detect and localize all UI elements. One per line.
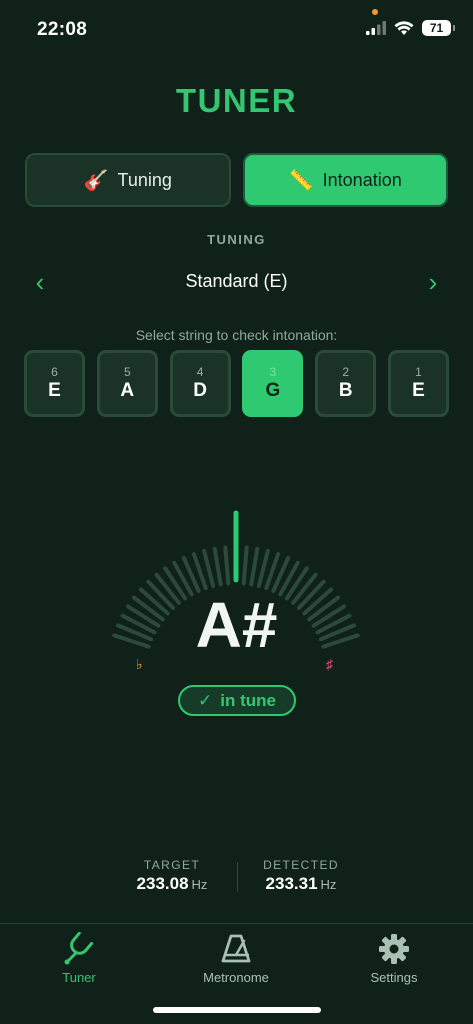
tuning-selector: ‹ Standard (E) ›: [0, 262, 473, 302]
string-button-6[interactable]: 6 E: [24, 350, 85, 417]
string-selector: 6 E 5 A 4 D 3 G 2 B 1 E: [24, 350, 449, 417]
string-number: 6: [51, 364, 58, 379]
detected-unit: Hz: [320, 877, 337, 892]
string-button-2[interactable]: 2 B: [315, 350, 377, 417]
tab-settings-label: Settings: [370, 970, 418, 985]
tab-tuner-label: Tuner: [62, 970, 96, 985]
tuning-name: Standard (E): [185, 271, 288, 291]
string-number: 2: [342, 364, 350, 379]
string-button-4[interactable]: 4 D: [169, 350, 231, 417]
string-note: G: [265, 379, 281, 401]
in-tune-badge: ✓ in tune: [178, 685, 296, 716]
cellular-signal-icon: [366, 21, 386, 35]
detected-value: 233.31: [265, 874, 318, 893]
sharp-symbol: ♯: [326, 656, 333, 672]
page-title: TUNER: [175, 82, 298, 119]
status-icons: 71: [366, 20, 455, 36]
tuning-fork-icon: [64, 932, 94, 965]
string-select-hint: Select string to check intonation:: [135, 327, 338, 343]
status-time: 22:08: [37, 19, 88, 40]
tuning-mode-label: Tuning: [117, 169, 172, 190]
detected-note: A#: [195, 589, 278, 661]
privacy-indicator-dot: [372, 9, 378, 15]
tab-metronome-label: Metronome: [203, 970, 269, 985]
check-icon: ✓: [198, 690, 213, 710]
string-number: 1: [415, 364, 422, 379]
chevron-right-icon[interactable]: ›: [421, 267, 445, 297]
string-button-1[interactable]: 1 E: [387, 350, 449, 417]
target-label: TARGET: [143, 858, 201, 872]
string-number: 3: [269, 364, 277, 379]
metronome-icon: [221, 934, 251, 963]
tab-metronome[interactable]: Metronome: [166, 932, 306, 985]
meter-tick: [241, 545, 249, 586]
target-frequency: TARGET 233.08 Hz: [102, 858, 242, 894]
target-value: 233.08: [136, 874, 189, 893]
string-note: E: [412, 379, 425, 401]
string-note: D: [193, 379, 207, 401]
home-indicator: [153, 1007, 321, 1013]
tab-tuner[interactable]: Tuner: [9, 932, 149, 985]
tab-settings[interactable]: Settings: [324, 932, 464, 985]
detected-value-row: 233.31 Hz: [231, 874, 371, 894]
ruler-icon: 📏: [288, 169, 314, 192]
mode-toggle: 🎸 Tuning 📏 Intonation: [25, 153, 448, 207]
string-button-5[interactable]: 5 A: [96, 350, 158, 417]
meter-tick: [202, 549, 216, 588]
frequency-readout: TARGET 233.08 Hz DETECTED 233.31 Hz: [0, 858, 473, 898]
target-unit: Hz: [191, 877, 208, 892]
intonation-mode-button[interactable]: 📏 Intonation: [242, 153, 448, 207]
target-value-row: 233.08 Hz: [102, 874, 242, 894]
tuning-mode-button[interactable]: 🎸 Tuning: [25, 153, 231, 207]
meter-tick: [212, 546, 223, 587]
meter-tick: [256, 549, 270, 588]
string-note: A: [120, 379, 135, 401]
wifi-icon: [394, 20, 414, 35]
gear-icon: [379, 934, 409, 964]
detected-label: DETECTED: [263, 858, 339, 872]
string-number: 4: [196, 364, 204, 379]
string-number: 5: [123, 364, 131, 379]
in-tune-label: in tune: [220, 690, 276, 710]
intonation-mode-label: Intonation: [322, 169, 402, 190]
tuning-section-label: TUNING: [207, 232, 266, 247]
string-note: E: [48, 379, 61, 401]
battery-indicator: 71: [422, 20, 455, 36]
guitar-icon: 🎸: [83, 169, 109, 192]
meter-tick: [223, 545, 231, 586]
flat-symbol: ♭: [136, 656, 143, 672]
string-button-3[interactable]: 3 G: [242, 350, 304, 417]
string-note: B: [338, 379, 353, 401]
status-bar: 22:08 71: [0, 0, 473, 60]
detected-frequency: DETECTED 233.31 Hz: [231, 858, 371, 894]
meter-tick: [249, 546, 260, 587]
